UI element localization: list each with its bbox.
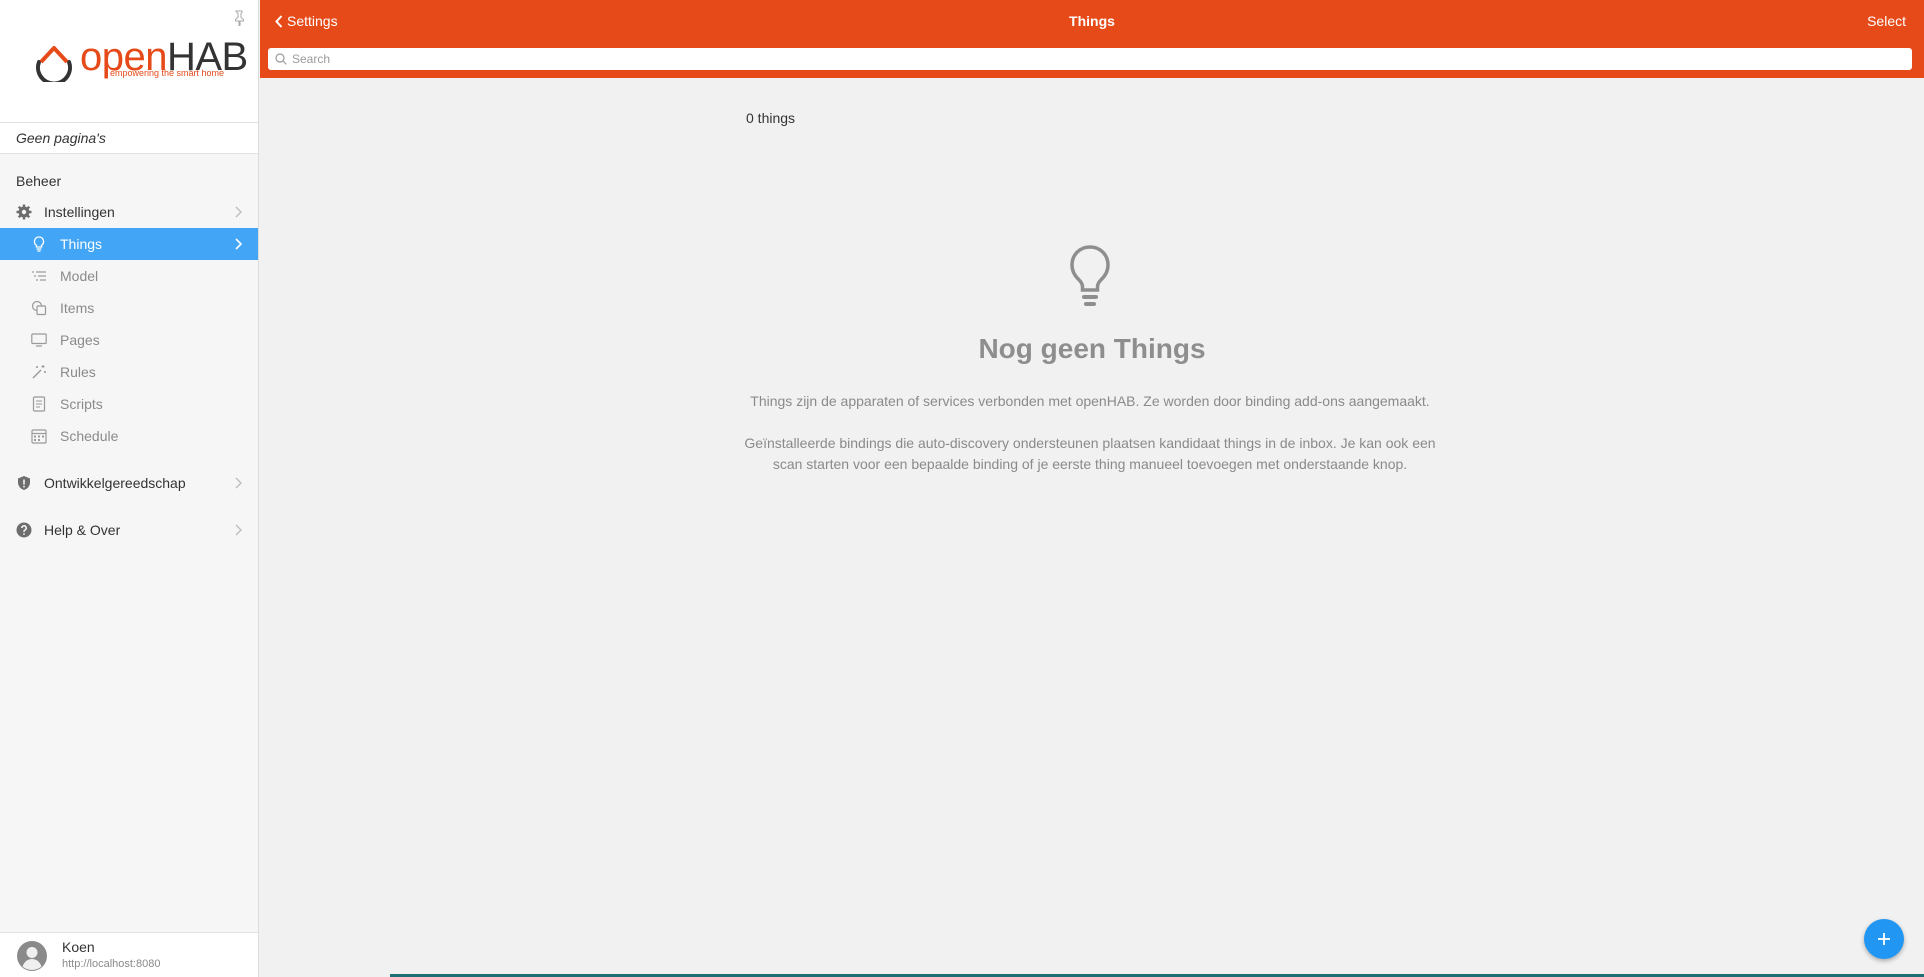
search-input[interactable] [292,48,1892,70]
sidebar-item-label: Scripts [60,396,103,412]
logo-area: openHAB empowering the smart home [0,0,258,123]
sidebar-item-pages[interactable]: Pages [0,324,258,356]
sidebar-item-label: Schedule [60,428,119,444]
navbar: Settings Things Select [260,0,1924,78]
sidebar-item-label: Items [60,300,95,316]
logo-tagline: empowering the smart home [110,68,225,78]
no-pages-label: Geen pagina's [0,123,258,154]
pin-icon[interactable] [232,10,246,26]
chevron-right-icon [235,206,242,218]
shield-icon [18,476,30,490]
sidebar-item-developer-tools[interactable]: Ontwikkelgereedschap [0,467,258,499]
document-icon [32,396,46,412]
sidebar-item-scripts[interactable]: Scripts [0,388,258,420]
plus-icon [1878,933,1890,945]
server-url: http://localhost:8080 [62,958,161,970]
add-thing-button[interactable] [1864,919,1904,959]
sidebar: openHAB empowering the smart home Geen p… [0,0,259,977]
empty-state-text: Things zijn de apparaten of services ver… [750,393,1430,409]
items-icon [31,300,47,316]
empty-state-title: Nog geen Things [978,333,1206,364]
chevron-right-icon [235,238,242,250]
chevron-right-icon [235,477,242,489]
magic-wand-icon [32,365,46,379]
sidebar-item-label: Rules [60,364,96,380]
sidebar-item-schedule[interactable]: Schedule [0,420,258,452]
sidebar-item-label: Things [60,236,103,252]
sidebar-item-label: Model [60,268,99,284]
monitor-icon [31,333,47,347]
list-icon [32,271,46,281]
search-bar[interactable] [268,48,1912,70]
sidebar-item-settings[interactable]: Instellingen [0,196,258,228]
search-icon [275,53,287,65]
gear-icon [16,204,32,220]
sidebar-item-help[interactable]: Help & Over [0,514,258,546]
empty-state-text: Geïnstalleerde bindings die auto-discove… [744,435,1436,472]
lightbulb-icon [33,236,45,252]
chevron-right-icon [235,524,242,536]
things-count: 0 things [746,110,796,126]
calendar-icon [31,429,47,444]
sidebar-item-label: Ontwikkelgereedschap [44,475,186,491]
sidebar-item-things[interactable]: Things [0,228,258,260]
openhab-logo-icon [36,46,72,82]
page-title: Things [1069,13,1115,29]
sidebar-item-model[interactable]: Model [0,260,258,292]
section-title-beheer: Beheer [16,173,62,189]
avatar-icon [17,941,47,971]
sidebar-item-rules[interactable]: Rules [0,356,258,388]
sidebar-item-label: Pages [60,332,100,348]
sidebar-item-label: Help & Over [44,522,121,538]
sidebar-item-label: Instellingen [44,204,115,220]
user-profile[interactable]: Koen http://localhost:8080 [0,932,258,977]
sidebar-item-items[interactable]: Items [0,292,258,324]
help-icon [16,522,32,538]
lightbulb-icon [1070,245,1110,306]
select-button[interactable]: Select [1867,12,1906,30]
user-name: Koen [62,939,95,955]
